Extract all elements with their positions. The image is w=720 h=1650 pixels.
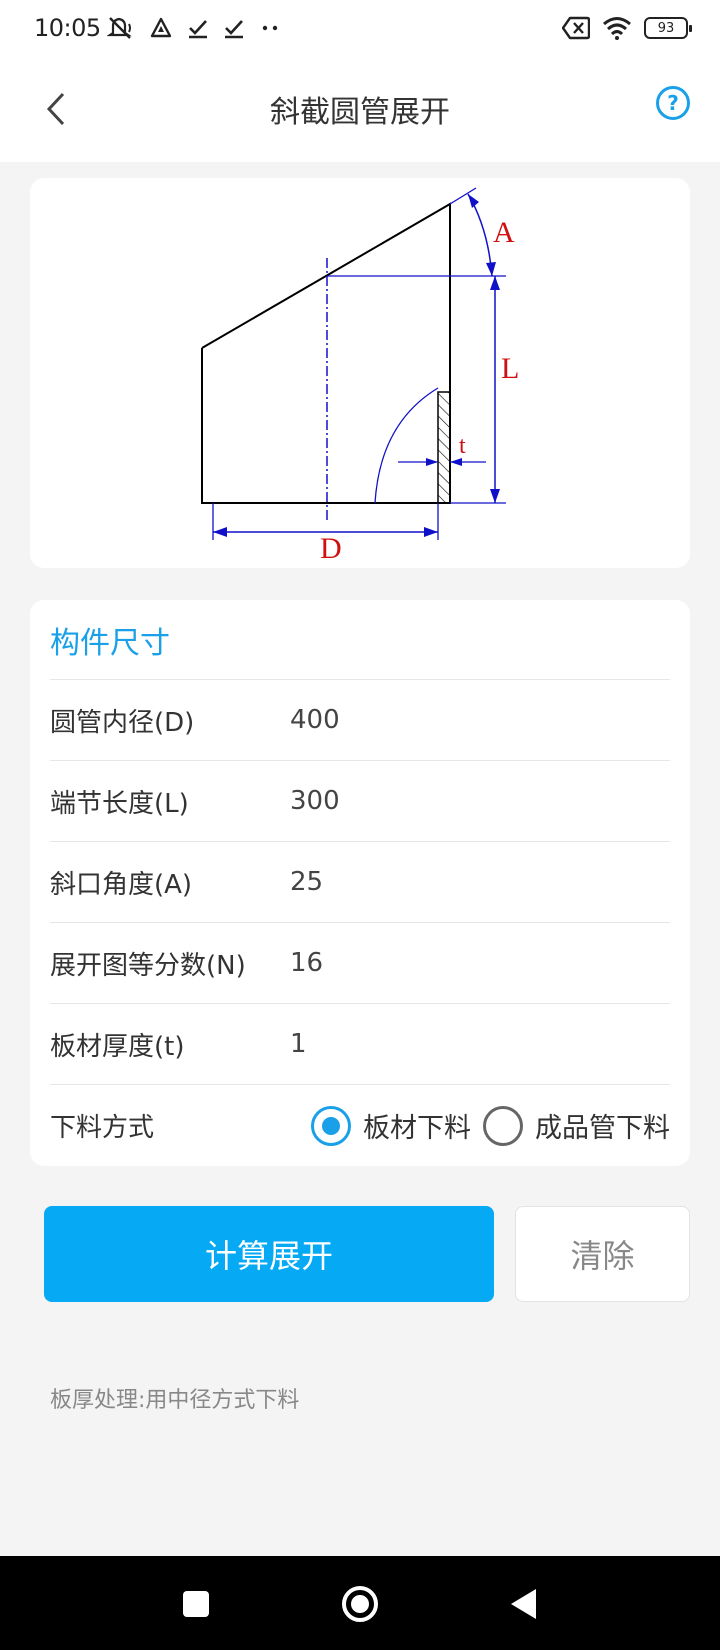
field-label: 斜口角度(A) bbox=[50, 869, 193, 900]
label-t: t bbox=[459, 433, 466, 459]
field-label: 圆管内径(D) bbox=[50, 707, 195, 738]
diameter-input[interactable]: 400 bbox=[290, 705, 670, 735]
back-button[interactable] bbox=[36, 84, 76, 134]
calculate-button[interactable]: 计算展开 bbox=[44, 1206, 494, 1302]
length-input[interactable]: 300 bbox=[290, 786, 670, 816]
no-sim-icon bbox=[562, 16, 590, 40]
app-bar: 斜截圆管展开 ? bbox=[0, 56, 720, 162]
page-title: 斜截圆管展开 bbox=[270, 95, 450, 130]
diagram-card: A L t D bbox=[30, 178, 690, 568]
home-circle-icon bbox=[342, 1586, 378, 1622]
field-label: 端节长度(L) bbox=[50, 788, 189, 819]
radio-finished-pipe-cutting[interactable]: 成品管下料 bbox=[483, 1105, 670, 1146]
divisions-input[interactable]: 16 bbox=[290, 948, 670, 978]
radio-plate-cutting[interactable]: 板材下料 bbox=[311, 1105, 483, 1146]
pipe-diagram: A L t D bbox=[201, 187, 519, 565]
section-title: 构件尺寸 bbox=[50, 600, 670, 680]
check-icon bbox=[224, 20, 243, 39]
radio-label[interactable]: 成品管下料 bbox=[535, 1106, 670, 1145]
clear-button[interactable]: 清除 bbox=[515, 1206, 690, 1302]
help-button[interactable]: ? bbox=[656, 86, 690, 120]
status-icons-right: 93 bbox=[562, 16, 692, 40]
field-thickness: 板材厚度(t) 1 bbox=[50, 1004, 670, 1085]
back-triangle-icon bbox=[511, 1589, 536, 1619]
check-icon bbox=[188, 20, 207, 39]
thickness-input[interactable]: 1 bbox=[290, 1029, 670, 1059]
navigation-icon bbox=[150, 17, 171, 38]
nav-back-button[interactable] bbox=[504, 1584, 544, 1624]
wall-thickness-hatch bbox=[437, 391, 451, 504]
field-label: 展开图等分数(N) bbox=[50, 950, 246, 981]
field-angle: 斜口角度(A) 25 bbox=[50, 842, 670, 923]
navigation-bar bbox=[0, 1556, 720, 1650]
wifi-icon bbox=[603, 17, 631, 40]
radio-checked-icon[interactable] bbox=[311, 1105, 351, 1146]
status-bar: 10:05 93 bbox=[0, 0, 720, 56]
status-icons-left bbox=[106, 15, 281, 41]
label-l: L bbox=[501, 352, 519, 385]
dimensions-card: 构件尺寸 圆管内径(D) 400 端节长度(L) 300 斜口角度(A) 25 … bbox=[30, 600, 690, 1166]
field-length: 端节长度(L) 300 bbox=[50, 761, 670, 842]
angle-input[interactable]: 25 bbox=[290, 867, 670, 897]
battery-level: 93 bbox=[657, 20, 675, 36]
cutting-method-radio-group: 板材下料 成品管下料 bbox=[311, 1105, 670, 1146]
inner-arc bbox=[374, 387, 439, 504]
more-dots-icon bbox=[262, 25, 277, 31]
home-button[interactable] bbox=[340, 1584, 380, 1624]
mute-icon bbox=[106, 17, 132, 39]
label-d: D bbox=[320, 532, 342, 565]
label-a: A bbox=[493, 216, 515, 249]
chevron-left-icon bbox=[46, 92, 65, 126]
radio-unchecked-icon[interactable] bbox=[483, 1105, 523, 1146]
status-time: 10:05 bbox=[34, 14, 101, 42]
pipe-outline bbox=[201, 202, 451, 504]
battery-icon: 93 bbox=[644, 17, 692, 39]
recents-button[interactable] bbox=[176, 1584, 216, 1624]
field-label: 板材厚度(t) bbox=[50, 1031, 185, 1062]
field-diameter: 圆管内径(D) 400 bbox=[50, 680, 670, 761]
field-label: 下料方式 bbox=[50, 1113, 155, 1143]
radio-label[interactable]: 板材下料 bbox=[363, 1106, 471, 1145]
recents-square-icon bbox=[183, 1591, 209, 1617]
field-divisions: 展开图等分数(N) 16 bbox=[50, 923, 670, 1004]
help-icon: ? bbox=[667, 91, 679, 115]
thickness-note: 板厚处理:用中径方式下料 bbox=[50, 1388, 300, 1413]
field-cutting-method: 下料方式 板材下料 成品管下料 bbox=[50, 1085, 670, 1166]
